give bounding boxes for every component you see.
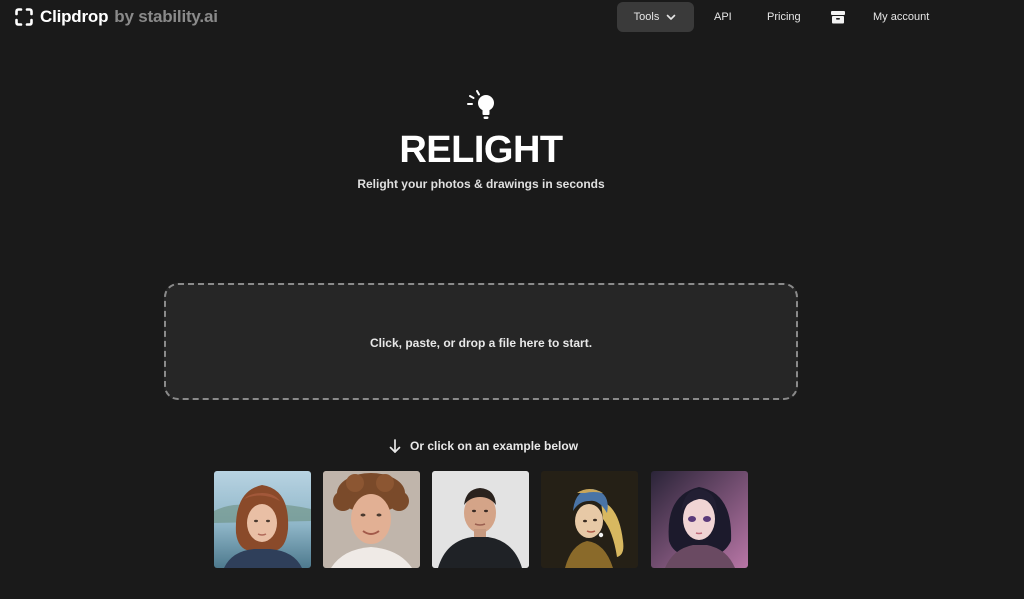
chevron-down-icon <box>667 14 676 20</box>
brand-name: Clipdrop <box>40 7 109 26</box>
example-portrait-woman-lake[interactable] <box>214 471 311 568</box>
top-header: Clipdrop by stability.ai Tools API Prici… <box>0 0 1024 34</box>
nav-link-pricing[interactable]: Pricing <box>767 2 801 32</box>
example-anime-girl[interactable] <box>651 471 748 568</box>
example-painting-pearl-earring[interactable] <box>541 471 638 568</box>
dropzone-instruction: Click, paste, or drop a file here to sta… <box>369 335 593 350</box>
file-dropzone[interactable]: Click, paste, or drop a file here to sta… <box>164 283 798 400</box>
example-thumbnail <box>541 471 638 568</box>
example-portrait-man-dark-shirt[interactable] <box>432 471 529 568</box>
example-portrait-curly-man[interactable] <box>323 471 420 568</box>
brand-logo[interactable]: Clipdrop by stability.ai <box>14 6 218 28</box>
examples-hint: Or click on an example below <box>388 437 578 455</box>
page-subtitle: Relight your photos & drawings in second… <box>357 177 605 191</box>
example-thumbnail <box>214 471 311 568</box>
clipdrop-logo-icon <box>15 8 33 26</box>
archive-button[interactable] <box>830 2 846 32</box>
examples-hint-label: Or click on an example below <box>410 439 579 453</box>
nav-link-my-account[interactable]: My account <box>873 2 929 32</box>
example-thumbnail <box>323 471 420 568</box>
arrow-down-icon <box>389 439 401 453</box>
example-thumbnail <box>432 471 529 568</box>
brand-by-line: by stability.ai <box>114 7 218 26</box>
lightbulb-icon <box>467 90 494 119</box>
page-title: RELIGHT <box>399 129 563 171</box>
archive-box-icon <box>831 11 845 24</box>
nav-link-api[interactable]: API <box>714 2 732 32</box>
example-thumbnail <box>651 471 748 568</box>
tools-menu-label: Tools <box>633 11 660 23</box>
tools-menu-button[interactable]: Tools <box>617 2 694 32</box>
